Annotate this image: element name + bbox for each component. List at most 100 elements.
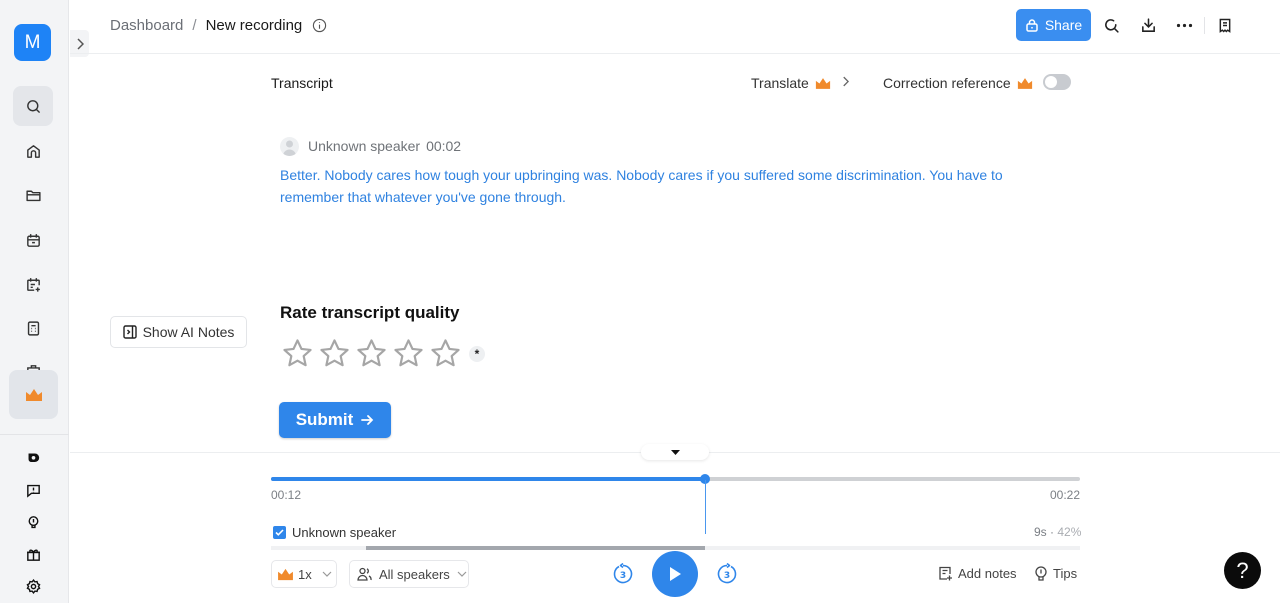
- play-icon: [670, 567, 681, 581]
- speaker-avatar: [280, 137, 299, 156]
- speaker-timeline: [271, 546, 1080, 550]
- forward-3s-icon: 3: [717, 562, 737, 584]
- sidebar-item-schedule[interactable]: [13, 264, 53, 304]
- lock-icon: [1026, 19, 1038, 32]
- speakers-filter-select[interactable]: All speakers: [349, 560, 469, 588]
- search-refresh-icon: [1104, 18, 1119, 33]
- briefcase-icon: [26, 365, 40, 370]
- page-title: New recording: [205, 17, 303, 34]
- star-3-icon[interactable]: [354, 337, 389, 370]
- skip-forward-button[interactable]: 3: [716, 562, 738, 585]
- skip-back-seconds: 3: [620, 571, 626, 581]
- star-4-icon[interactable]: [391, 337, 426, 370]
- correction-reference-label: Correction reference: [883, 75, 1011, 91]
- home-icon: [26, 144, 40, 158]
- gear-icon: [25, 578, 41, 594]
- check-icon: [275, 529, 284, 536]
- notes-icon: [1219, 18, 1231, 33]
- playback-speed-value: 1x: [298, 566, 312, 582]
- crown-icon: [1017, 77, 1032, 89]
- playback-progress-bar[interactable]: [271, 474, 1080, 484]
- gift-icon: [26, 548, 40, 561]
- skip-back-button[interactable]: 3: [612, 562, 634, 585]
- caret-down-icon: [670, 449, 680, 455]
- workspace-avatar[interactable]: M: [14, 24, 51, 61]
- current-time: 00:12: [271, 488, 302, 502]
- more-horizontal-icon: [1176, 23, 1192, 27]
- info-icon[interactable]: [312, 18, 327, 33]
- submit-rating-button[interactable]: Submit: [279, 402, 391, 438]
- users-icon: [357, 567, 372, 581]
- playhead-line: [705, 480, 707, 534]
- sidebar: M: [0, 0, 69, 603]
- speaker-filter-name: Unknown speaker: [292, 525, 397, 540]
- crown-icon: [25, 388, 42, 401]
- share-button[interactable]: Share: [1016, 9, 1091, 41]
- arrow-right-icon: [361, 415, 374, 425]
- download-button[interactable]: [1139, 16, 1157, 34]
- chevron-down-icon: [457, 571, 467, 577]
- translate-chevron[interactable]: [842, 74, 850, 90]
- add-note-icon: [939, 566, 952, 581]
- translate-label: Translate: [751, 75, 809, 91]
- segment-timestamp[interactable]: 00:02: [426, 138, 461, 154]
- collapse-player-button[interactable]: [641, 444, 709, 460]
- star-5-icon[interactable]: [428, 337, 463, 370]
- sidebar-item-settings[interactable]: [13, 566, 53, 603]
- tips-button[interactable]: Tips: [1034, 566, 1077, 581]
- playback-speed-select[interactable]: 1x: [271, 560, 337, 588]
- star-1-icon[interactable]: [280, 337, 315, 370]
- user-icon: [283, 140, 296, 156]
- crown-icon: [815, 77, 830, 89]
- required-indicator: *: [469, 345, 485, 362]
- speaker-duration: 9s: [1034, 525, 1047, 539]
- chevron-down-icon: [322, 571, 332, 577]
- playback-progress-fill: [271, 477, 706, 481]
- more-options-button[interactable]: [1175, 16, 1193, 34]
- header: Dashboard / New recording Share: [70, 0, 1280, 54]
- transcript-segment-text[interactable]: Better. Nobody cares how tough your upbr…: [280, 164, 1030, 208]
- correction-reference-toggle[interactable]: [1043, 74, 1071, 90]
- help-button[interactable]: ?: [1224, 552, 1261, 589]
- folder-icon: [25, 190, 41, 201]
- search-icon: [26, 99, 40, 113]
- sidebar-item-files[interactable]: [13, 175, 53, 215]
- share-label: Share: [1044, 17, 1083, 33]
- speaker-checkbox[interactable]: [273, 526, 286, 539]
- star-rating: *: [280, 337, 485, 370]
- crown-icon: [278, 568, 293, 580]
- speaker-name[interactable]: Unknown speaker: [308, 138, 420, 154]
- notes-panel-button[interactable]: [1216, 16, 1234, 34]
- translate-button[interactable]: Translate: [751, 75, 831, 91]
- sidebar-item-home[interactable]: [13, 131, 53, 171]
- search-transcript-button[interactable]: [1102, 16, 1120, 34]
- add-notes-button[interactable]: Add notes: [938, 566, 1017, 581]
- star-2-icon[interactable]: [317, 337, 352, 370]
- play-button[interactable]: [652, 551, 698, 597]
- rating-heading: Rate transcript quality: [280, 303, 460, 322]
- tips-label: Tips: [1053, 566, 1078, 581]
- speaker-stat-separator: ·: [1046, 525, 1058, 539]
- breadcrumb-dashboard[interactable]: Dashboard: [110, 17, 183, 34]
- sidebar-item-calendar[interactable]: [13, 220, 53, 260]
- show-ai-notes-button[interactable]: Show AI Notes: [110, 316, 247, 348]
- sidebar-item-upgrade[interactable]: [9, 370, 58, 419]
- correction-reference: Correction reference: [883, 75, 1033, 91]
- speaker-filter-row: Unknown speaker: [273, 525, 396, 540]
- download-icon: [1141, 17, 1155, 32]
- sidebar-item-search[interactable]: [13, 86, 53, 126]
- transcript-heading: Transcript: [271, 75, 333, 91]
- speaker-talk-stat: 9s · 42%: [1034, 525, 1081, 539]
- sidebar-item-calculator[interactable]: [13, 308, 53, 348]
- breadcrumb-separator: /: [192, 17, 197, 34]
- calendar-icon: [26, 233, 40, 247]
- lightbulb-icon: [28, 515, 38, 528]
- chevron-right-icon: [843, 76, 850, 87]
- feedback-icon: [26, 484, 40, 498]
- speaker-timeline-segment[interactable]: [365, 546, 706, 550]
- breadcrumb: Dashboard / New recording: [110, 17, 327, 34]
- sidebar-item-more[interactable]: [13, 352, 53, 370]
- app-logo-icon: [28, 453, 39, 462]
- calendar-add-icon: [26, 277, 40, 292]
- add-notes-label: Add notes: [958, 566, 1017, 581]
